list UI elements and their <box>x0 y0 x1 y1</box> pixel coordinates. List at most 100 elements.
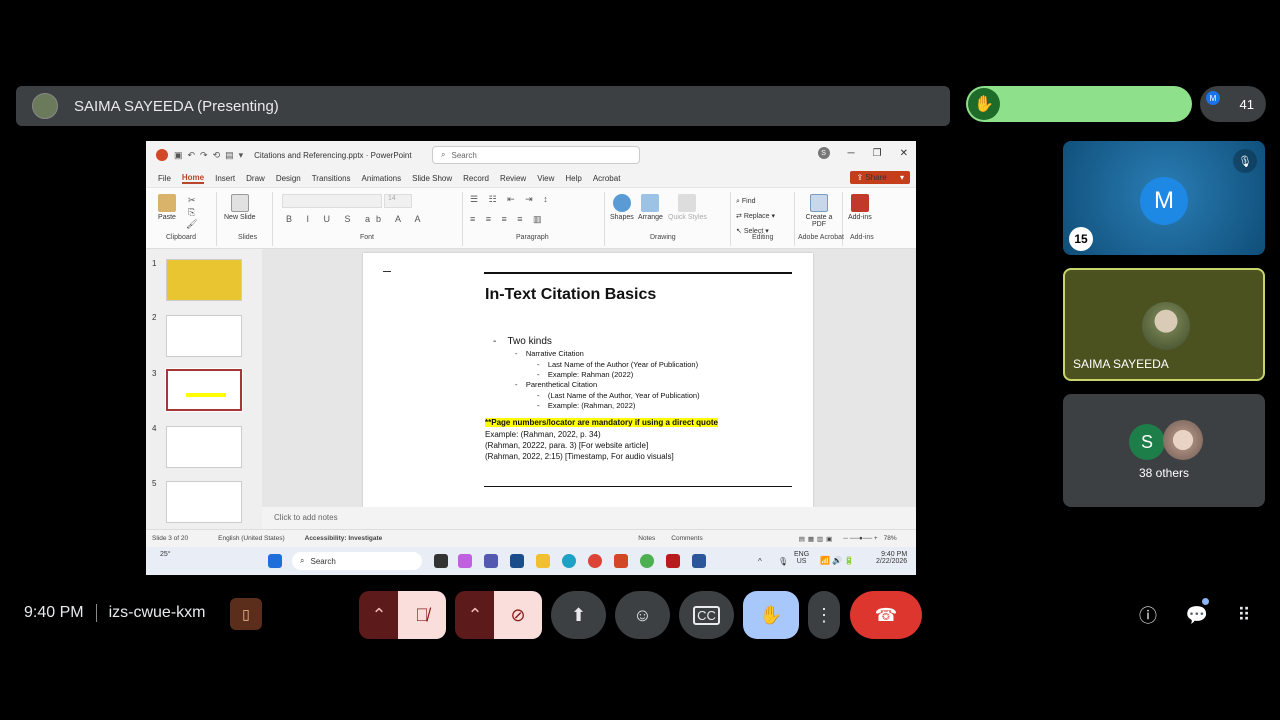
font-size-box[interactable]: 14 <box>384 194 412 208</box>
shapes-button[interactable]: Shapes <box>610 194 634 221</box>
powerpoint-taskbar-icon[interactable] <box>614 554 628 568</box>
participants-button[interactable]: M 41 <box>1200 86 1266 122</box>
slide-canvas[interactable]: In-Text Citation Basics - Two kinds - Na… <box>363 253 813 507</box>
align-buttons[interactable]: ≡ ≡ ≡ ≡ ▥ <box>470 214 546 225</box>
raise-hand-button[interactable]: ✋ <box>743 591 799 639</box>
taskbar-clock[interactable]: 9:40 PM 2/22/2026 <box>876 551 907 565</box>
slide-counter: Slide 3 of 20 <box>152 535 189 542</box>
more-options-button[interactable]: ⋮ <box>808 591 840 639</box>
hand-icon: ✋ <box>759 604 783 625</box>
reactions-button[interactable]: ☺ <box>615 591 670 639</box>
tab-help[interactable]: Help <box>565 174 581 183</box>
slide-title: In-Text Citation Basics <box>485 286 657 303</box>
participant-tile-m[interactable]: 🎙 M 15 <box>1063 141 1265 255</box>
clipboard-tools[interactable]: ✂ ⎘ 🖌 <box>186 194 197 230</box>
tab-animations[interactable]: Animations <box>362 174 402 183</box>
restore-icon[interactable]: ❐ <box>873 148 882 159</box>
zoom-slider[interactable]: ─ ──●── + <box>843 535 877 542</box>
task-view-icon[interactable] <box>434 554 448 568</box>
tab-review[interactable]: Review <box>500 174 526 183</box>
activities-button[interactable]: ⠿ <box>1231 602 1257 628</box>
slide-thumbnail-5[interactable] <box>166 481 242 523</box>
system-tray-icons[interactable]: 📶 🔊 🔋 <box>820 556 854 565</box>
tab-acrobat[interactable]: Acrobat <box>593 174 621 183</box>
tab-record[interactable]: Record <box>463 174 489 183</box>
slide-thumbnail-3[interactable] <box>165 368 243 412</box>
participant-tile-presenter[interactable]: SAIMA SAYEEDA <box>1063 268 1265 381</box>
arrange-button[interactable]: Arrange <box>638 194 663 221</box>
captions-button[interactable]: CC <box>679 591 734 639</box>
add-ins-button[interactable]: Add-ins <box>848 194 872 221</box>
raised-hand-indicator[interactable]: ✋ <box>966 86 1192 122</box>
taskbar-search[interactable]: ⌕ Search <box>292 552 422 570</box>
copilot-icon[interactable] <box>458 554 472 568</box>
slide-thumbnail-4[interactable] <box>166 426 242 468</box>
presenter-banner: SAIMA SAYEEDA (Presenting) <box>16 86 950 126</box>
windows-taskbar: 25° ⌕ Search ^ 🎙 ENG US 📶 🔊 🔋 9:40 PM 2/22/… <box>146 547 916 575</box>
chrome-icon[interactable] <box>588 554 602 568</box>
mcafee-icon[interactable] <box>666 554 680 568</box>
shared-screen: ▣↶↷⟲▤▾ Citations and Referencing.pptx · … <box>146 141 916 575</box>
edge-icon[interactable] <box>562 554 576 568</box>
new-slide-button[interactable]: New Slide <box>224 194 256 221</box>
create-pdf-button[interactable]: Create a PDF <box>804 194 834 228</box>
chat-icon: 💬 <box>1185 604 1209 625</box>
camera-toggle-button[interactable]: ⊘ <box>494 591 542 639</box>
chat-button[interactable]: 💬 <box>1184 602 1210 628</box>
quick-access-toolbar[interactable]: ▣↶↷⟲▤▾ <box>174 150 248 161</box>
zoom-level[interactable]: 78% <box>884 535 897 542</box>
mic-tray-icon[interactable]: 🎙 <box>778 557 788 566</box>
meeting-details-button[interactable]: ⓘ <box>1135 602 1161 628</box>
slide-thumbnail-2[interactable] <box>166 315 242 357</box>
replace-button[interactable]: ⇄ Replace ▾ <box>736 209 775 224</box>
tab-insert[interactable]: Insert <box>215 174 235 183</box>
word-icon[interactable] <box>692 554 706 568</box>
close-icon[interactable]: ✕ <box>900 148 908 159</box>
search-input[interactable]: ⌕ Search <box>432 146 640 164</box>
file-explorer-icon[interactable] <box>536 554 550 568</box>
leave-call-button[interactable]: ☎ <box>850 591 922 639</box>
weather-temp[interactable]: 25° <box>160 551 171 558</box>
notes-toggle[interactable]: Notes <box>638 535 655 542</box>
minimize-icon[interactable]: ─ <box>848 148 855 159</box>
tab-view[interactable]: View <box>537 174 554 183</box>
others-tile[interactable]: S 38 others <box>1063 394 1265 507</box>
group-addins-label: Add-ins <box>850 234 874 241</box>
notes-input[interactable]: Click to add notes <box>262 507 916 529</box>
audio-options-chevron[interactable]: ⌃ <box>359 591 399 639</box>
user-avatar[interactable]: S <box>817 147 830 159</box>
windows-start-icon[interactable] <box>268 554 282 568</box>
language-status[interactable]: English (United States) <box>218 535 284 542</box>
tab-draw[interactable]: Draw <box>246 174 265 183</box>
language-indicator[interactable]: ENG US <box>794 551 809 565</box>
slide-thumbnail-1[interactable] <box>166 259 242 301</box>
tab-home[interactable]: Home <box>181 173 205 184</box>
slide-narrative-example: - Example: Rahman (2022) <box>537 370 634 379</box>
font-name-box[interactable] <box>282 194 382 208</box>
teams-icon[interactable] <box>484 554 498 568</box>
comments-toggle[interactable]: Comments <box>671 535 702 542</box>
editor-area: 1 2 3 4 5 In-Text Citation Basics - Two … <box>146 249 916 529</box>
tab-design[interactable]: Design <box>276 174 301 183</box>
font-format-buttons[interactable]: B I U S ab A A <box>286 214 427 224</box>
thumb-number: 2 <box>152 313 157 322</box>
companion-mode-icon[interactable]: ▯ <box>230 598 262 630</box>
mic-toggle-button[interactable]: 🎙̸ <box>398 591 446 639</box>
video-options-chevron[interactable]: ⌃ <box>455 591 495 639</box>
paste-button[interactable]: Paste <box>158 194 176 221</box>
ribbon-tabs: File Home Insert Draw Design Transitions… <box>146 169 916 187</box>
list-buttons[interactable]: ☰ ☷ ⇤ ⇥ ↕ <box>470 194 552 205</box>
tray-chevron-icon[interactable]: ^ <box>758 557 762 566</box>
tab-transitions[interactable]: Transitions <box>312 174 351 183</box>
thumb-number: 3 <box>152 369 157 378</box>
quick-styles-button[interactable]: Quick Styles <box>668 194 707 221</box>
chrome-profile-icon[interactable] <box>640 554 654 568</box>
view-buttons[interactable]: ▤▦▥▣ <box>799 535 836 543</box>
share-button[interactable]: ⇪ Share ▾ <box>850 171 910 184</box>
tab-file[interactable]: File <box>158 174 171 183</box>
find-button[interactable]: ⌕ Find <box>736 194 775 209</box>
tab-slide-show[interactable]: Slide Show <box>412 174 452 183</box>
store-icon[interactable] <box>510 554 524 568</box>
present-screen-button[interactable]: ⬆ <box>551 591 606 639</box>
accessibility-status[interactable]: Accessibility: Investigate <box>305 535 383 542</box>
